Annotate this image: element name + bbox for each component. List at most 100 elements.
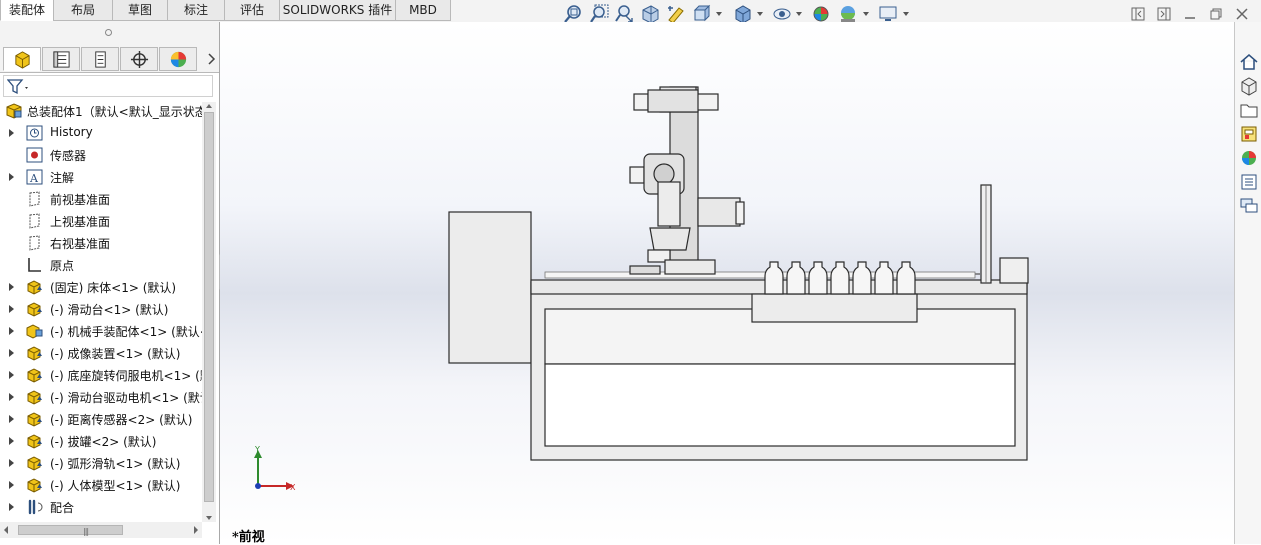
- tree-item-label: (-) 弧形滑轨<1> (默认): [50, 457, 181, 471]
- edit-appearance-icon[interactable]: [812, 4, 832, 24]
- previous-view-icon[interactable]: [614, 4, 634, 24]
- minimize-icon[interactable]: [1182, 6, 1198, 22]
- close-icon[interactable]: [1234, 6, 1250, 22]
- tree-item[interactable]: A 注解: [0, 166, 202, 188]
- plane-icon: [25, 212, 44, 230]
- section-view-icon[interactable]: [640, 4, 660, 24]
- task-pane: [1234, 22, 1261, 544]
- tree-filter[interactable]: [3, 75, 213, 97]
- view-settings-icon[interactable]: [878, 4, 898, 24]
- tree-item[interactable]: (-) 机械手装配体<1> (默认<: [0, 320, 202, 342]
- expand-arrow-icon[interactable]: [9, 481, 14, 489]
- tab-solidworks-addins[interactable]: SOLIDWORKS 插件: [279, 0, 396, 21]
- appearances-icon[interactable]: [1239, 148, 1259, 168]
- tree-item[interactable]: (-) 拔罐<2> (默认): [0, 430, 202, 452]
- tile-left-icon[interactable]: [1130, 6, 1146, 22]
- expand-arrow-icon[interactable]: [9, 393, 14, 401]
- tree-item-label: 原点: [50, 259, 75, 273]
- tree-item-label: (-) 滑动台<1> (默认): [50, 303, 169, 317]
- tree-item[interactable]: (-) 滑动台驱动电机<1> (默认: [0, 386, 202, 408]
- tree-item[interactable]: (-) 成像装置<1> (默认): [0, 342, 202, 364]
- dimxpertmanager-tab[interactable]: [120, 47, 158, 71]
- expand-arrow-icon[interactable]: [9, 349, 14, 357]
- expand-arrow-icon[interactable]: [9, 415, 14, 423]
- part-icon: [25, 344, 44, 362]
- tree-vertical-scrollbar[interactable]: [202, 102, 216, 522]
- tab-assembly[interactable]: 装配体: [0, 0, 54, 21]
- tab-layout[interactable]: 布局: [53, 0, 113, 21]
- expand-arrow-icon[interactable]: [9, 437, 14, 445]
- zoom-to-area-icon[interactable]: [589, 4, 609, 24]
- feature-tree: 总装配体1（默认<默认_显示状态 History 传感器 A 注解 前视基准面上视基准面…: [0, 100, 202, 520]
- hide-show-items-icon[interactable]: [772, 4, 792, 24]
- home-icon[interactable]: [1239, 52, 1259, 72]
- tab-evaluate[interactable]: 评估: [224, 0, 280, 21]
- tree-item[interactable]: (-) 人体模型<1> (默认): [0, 474, 202, 496]
- annotation-icon: A: [25, 168, 44, 186]
- tab-markup[interactable]: 标注: [167, 0, 225, 21]
- tree-item[interactable]: 传感器: [0, 144, 202, 166]
- tree-item[interactable]: 右视基准面: [0, 232, 202, 254]
- tree-item[interactable]: (-) 滑动台<1> (默认): [0, 298, 202, 320]
- filter-icon: [7, 79, 28, 95]
- triad-x-label: X: [290, 483, 296, 492]
- coordinate-triad: [254, 450, 294, 490]
- chevron-right-icon[interactable]: [207, 52, 217, 66]
- design-library-icon[interactable]: [1239, 76, 1259, 96]
- subassembly-icon: [25, 322, 44, 340]
- mates-icon: [25, 498, 44, 516]
- displaymanager-tab[interactable]: [159, 47, 197, 71]
- tree-item[interactable]: History: [0, 122, 202, 144]
- propertymanager-tab[interactable]: [42, 47, 80, 71]
- expand-arrow-icon[interactable]: [9, 327, 14, 335]
- dimxpertmanager-icon: [130, 50, 149, 69]
- dynamic-annotation-icon[interactable]: [666, 4, 686, 24]
- tree-item[interactable]: (固定) 床体<1> (默认): [0, 276, 202, 298]
- view-palette-icon[interactable]: [1239, 124, 1259, 144]
- featuremanager-tab[interactable]: [3, 47, 41, 71]
- svg-text:A: A: [29, 172, 39, 185]
- expand-arrow-icon[interactable]: [9, 173, 14, 181]
- display-style-icon[interactable]: [733, 4, 753, 24]
- panel-grip[interactable]: [0, 22, 219, 46]
- custom-properties-icon[interactable]: [1239, 172, 1259, 192]
- file-explorer-icon[interactable]: [1239, 100, 1259, 120]
- tree-item[interactable]: (-) 距离传感器<2> (默认): [0, 408, 202, 430]
- expand-arrow-icon[interactable]: [9, 503, 14, 511]
- tree-item-label: 右视基准面: [50, 237, 111, 251]
- tree-item[interactable]: (-) 底座旋转伺服电机<1> (默: [0, 364, 202, 386]
- bed-lower-panel: [544, 363, 1016, 447]
- graphics-area[interactable]: Y X *前视: [220, 22, 1234, 545]
- view-orientation-icon[interactable]: [692, 4, 712, 24]
- tree-item[interactable]: 前视基准面: [0, 188, 202, 210]
- triad-y-label: Y: [254, 445, 260, 454]
- tab-sketch[interactable]: 草图: [112, 0, 168, 21]
- part-icon: [25, 476, 44, 494]
- tree-item-label: (-) 拔罐<2> (默认): [50, 435, 157, 449]
- forum-icon[interactable]: [1239, 196, 1259, 216]
- part-icon: [25, 388, 44, 406]
- tree-item-label: History: [50, 125, 93, 139]
- configurationmanager-tab[interactable]: [81, 47, 119, 71]
- robot-arm: [629, 86, 745, 275]
- tile-right-icon[interactable]: [1156, 6, 1172, 22]
- expand-arrow-icon[interactable]: [9, 283, 14, 291]
- zoom-to-fit-icon[interactable]: [563, 4, 583, 24]
- expand-arrow-icon[interactable]: [9, 305, 14, 313]
- tree-item-label: 上视基准面: [50, 215, 111, 229]
- apply-scene-icon[interactable]: [838, 4, 858, 24]
- expand-arrow-icon[interactable]: [9, 459, 14, 467]
- tree-root-assembly[interactable]: 总装配体1（默认<默认_显示状态: [0, 100, 202, 122]
- restore-icon[interactable]: [1208, 6, 1224, 22]
- expand-arrow-icon[interactable]: [9, 371, 14, 379]
- tree-item[interactable]: 上视基准面: [0, 210, 202, 232]
- part-icon: [25, 410, 44, 428]
- expand-arrow-icon[interactable]: [9, 129, 14, 137]
- tree-item-label: (-) 距离传感器<2> (默认): [50, 413, 193, 427]
- tree-item[interactable]: (-) 弧形滑轨<1> (默认): [0, 452, 202, 474]
- plane-icon: [25, 234, 44, 252]
- tree-item[interactable]: 配合: [0, 496, 202, 518]
- tree-horizontal-scrollbar[interactable]: |||: [0, 522, 202, 538]
- tree-item[interactable]: 原点: [0, 254, 202, 276]
- tab-mbd[interactable]: MBD: [395, 0, 451, 21]
